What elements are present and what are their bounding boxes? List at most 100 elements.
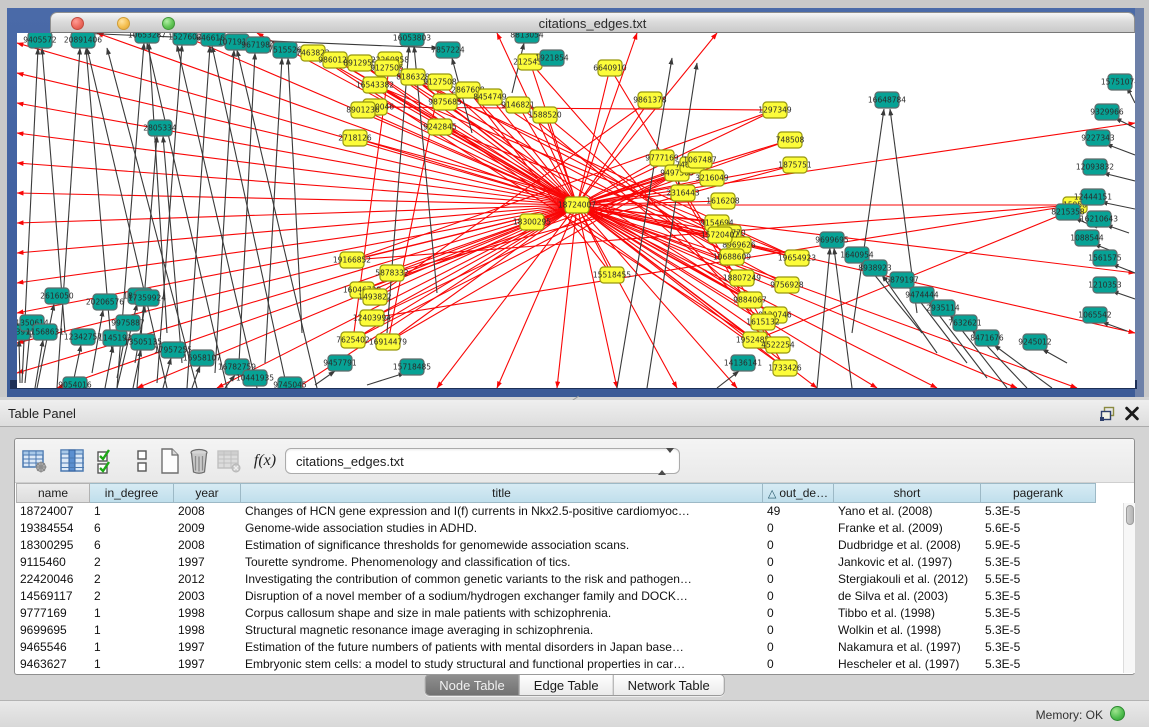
graph-node[interactable]: 8938923 [858, 260, 892, 276]
citation-edge[interactable] [1101, 202, 1135, 209]
table-settings-icon[interactable] [19, 446, 51, 476]
graph-node[interactable]: 9875685 [428, 94, 462, 110]
citation-edge[interactable] [1103, 173, 1135, 181]
graph-node[interactable]: 10653287 [128, 33, 166, 43]
table-row[interactable]: 946554611997Estimation of the future num… [16, 639, 1096, 656]
show-columns-icon[interactable] [56, 446, 88, 476]
citation-edge[interactable] [17, 43, 577, 205]
graph-node[interactable]: 1616208 [706, 193, 740, 209]
graph-node[interactable]: 7632621 [948, 315, 982, 331]
graph-node[interactable]: 4522254 [761, 337, 795, 353]
graph-node[interactable]: 1297349 [758, 102, 792, 118]
network-view-canvas[interactable]: 1872400718300295746382298601238912955222… [17, 33, 1135, 388]
graph-node[interactable]: 16648784 [868, 92, 906, 108]
memory-ok-icon[interactable] [1110, 706, 1125, 721]
citation-edge[interactable] [367, 373, 405, 385]
graph-node[interactable]: 16914479 [369, 334, 407, 350]
graph-node[interactable]: 2805334 [143, 120, 177, 136]
graph-node[interactable]: 9227343 [1081, 130, 1115, 146]
graph-node[interactable]: 15518455 [593, 267, 631, 283]
table-scrollbar-thumb[interactable] [1126, 505, 1134, 525]
table-row[interactable]: 1830029562008Estimation of significance … [16, 537, 1096, 554]
tab-network-table[interactable]: Network Table [613, 675, 724, 696]
column-header-out_degree[interactable]: △out_de… [763, 483, 834, 503]
citation-edge[interactable] [147, 43, 227, 388]
table-row[interactable]: 1938455462009Genome-wide association stu… [16, 520, 1096, 537]
graph-node[interactable]: 1921854 [535, 50, 569, 66]
column-header-title[interactable]: title [241, 483, 763, 503]
graph-node[interactable]: 8471676 [970, 330, 1004, 346]
graph-node[interactable]: 1210353 [1088, 277, 1122, 293]
graph-node[interactable]: 9457791 [323, 355, 357, 371]
graph-node[interactable]: 16210643 [1080, 211, 1118, 227]
column-header-pagerank[interactable]: pagerank [981, 483, 1096, 503]
graph-node[interactable]: 6879197 [885, 272, 919, 288]
column-header-name[interactable]: name [16, 483, 90, 503]
table-row[interactable]: 1456911722003Disruption of a novel membe… [16, 588, 1096, 605]
table-selector-dropdown[interactable]: citations_edges.txt [285, 448, 680, 474]
graph-node[interactable]: 9777169 [645, 150, 679, 166]
graph-node[interactable]: 8813054 [510, 33, 544, 43]
citation-edge[interactable] [163, 358, 171, 388]
graph-node[interactable]: 1875751 [778, 157, 812, 173]
graph-node[interactable]: 7625402 [336, 332, 370, 348]
graph-node[interactable]: 9329966 [1090, 104, 1124, 120]
select-all-icon[interactable] [91, 446, 123, 476]
float-window-icon[interactable] [1100, 406, 1116, 421]
citation-edge[interactable] [1042, 349, 1067, 363]
citation-edge[interactable] [852, 109, 884, 333]
graph-node[interactable]: 15751074 [1101, 74, 1135, 90]
citation-edge[interactable] [288, 58, 302, 333]
graph-node[interactable]: 9861378 [633, 92, 667, 108]
graph-node[interactable]: 1493822 [358, 289, 392, 305]
citation-edge[interactable] [19, 340, 20, 383]
table-scrollbar[interactable] [1123, 503, 1135, 673]
graph-node[interactable]: 2316443 [666, 185, 700, 201]
graph-node[interactable]: 1065542 [1078, 307, 1112, 323]
citation-network-graph[interactable]: 1872400718300295746382298601238912955222… [17, 33, 1135, 388]
graph-node[interactable]: 9884067 [733, 292, 767, 308]
graph-node[interactable]: 3216049 [695, 170, 729, 186]
graph-node[interactable]: 12342757 [64, 329, 102, 345]
graph-node[interactable]: 2718126 [338, 130, 372, 146]
graph-node[interactable]: 9242845 [423, 119, 457, 135]
graph-node[interactable]: 20206576 [86, 294, 124, 310]
graph-node[interactable]: 7515526 [268, 42, 302, 58]
citation-edge[interactable] [265, 58, 282, 363]
citation-edge[interactable] [1106, 144, 1135, 155]
graph-node[interactable]: 9745045 [273, 377, 307, 388]
column-header-in_degree[interactable]: in_degree [90, 483, 174, 503]
delete-icon[interactable] [183, 446, 215, 476]
graph-node[interactable]: 6640910 [593, 60, 627, 76]
table-row[interactable]: 946362711997Embryonic stem cells: a mode… [16, 656, 1096, 673]
graph-node[interactable]: 1561575 [1088, 250, 1122, 266]
table-row[interactable]: 969969511998Structural magnetic resonanc… [16, 622, 1096, 639]
table-row[interactable]: 977716911998Corpus callosum shape and si… [16, 605, 1096, 622]
column-header-year[interactable]: year [174, 483, 241, 503]
graph-node[interactable]: 19166852 [333, 252, 371, 268]
graph-node[interactable]: 12093832 [1076, 159, 1114, 175]
graph-node[interactable]: 5878332 [375, 265, 409, 281]
graph-node[interactable]: 2935114 [926, 300, 960, 316]
graph-node[interactable]: 9405572 [23, 33, 57, 48]
graph-node[interactable]: 9699695 [815, 232, 849, 248]
table-row[interactable]: 1872400712008Changes of HCN gene express… [16, 503, 1096, 520]
network-window-titlebar[interactable]: citations_edges.txt [50, 12, 1135, 33]
citation-edge[interactable] [440, 127, 577, 205]
graph-node[interactable]: 16053803 [393, 33, 431, 46]
graph-node[interactable]: 14136141 [724, 355, 762, 371]
new-document-icon[interactable] [154, 446, 186, 476]
delete-table-icon[interactable] [213, 446, 245, 476]
citation-edge[interactable] [105, 346, 113, 388]
graph-node[interactable]: 9054016 [58, 377, 92, 388]
citation-edge[interactable] [717, 371, 739, 388]
graph-node[interactable]: 20891406 [64, 33, 102, 48]
tab-node-table[interactable]: Node Table [425, 675, 519, 696]
graph-node[interactable]: 9245012 [1018, 334, 1052, 350]
graph-node[interactable]: 1088544 [1070, 230, 1104, 246]
tab-edge-table[interactable]: Edge Table [519, 675, 613, 696]
graph-node[interactable]: 15718485 [393, 359, 431, 375]
graph-node[interactable]: 2616050 [40, 288, 74, 304]
graph-node[interactable]: 9975887 [111, 315, 145, 331]
table-row[interactable]: 911546021997Tourette syndrome. Phenomeno… [16, 554, 1096, 571]
